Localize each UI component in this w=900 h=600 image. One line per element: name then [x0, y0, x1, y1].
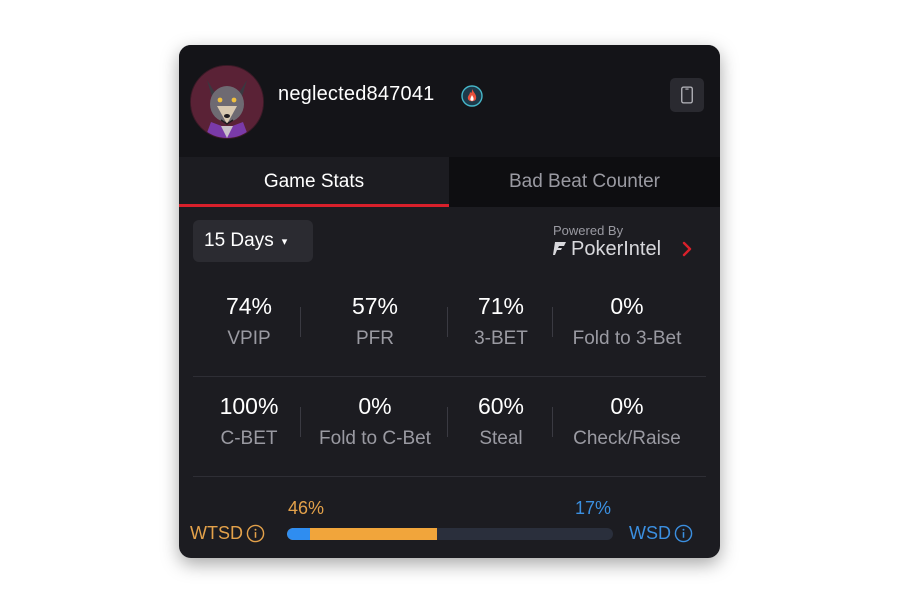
stat-value: 100%	[219, 393, 279, 419]
column-divider	[300, 407, 301, 437]
stat-label: 3-BET	[474, 328, 528, 349]
wsd-value: 17%	[575, 498, 612, 518]
phone-icon	[681, 86, 693, 104]
period-dropdown[interactable]: 15 Days ▾	[193, 220, 313, 262]
stat-check-raise: 0% Check/Raise	[567, 393, 687, 450]
player-stats-card: neglected847041 Game Stats Bad Beat Coun…	[179, 45, 720, 558]
tab-game-stats[interactable]: Game Stats	[179, 157, 449, 207]
stat-value: 71%	[477, 293, 525, 319]
wsd-bar-fill	[287, 528, 310, 540]
flame-badge-icon	[461, 85, 483, 107]
wtsd-info-icon[interactable]	[246, 524, 265, 543]
stat-value: 57%	[351, 293, 399, 319]
stat-label: Fold to 3-Bet	[572, 328, 682, 349]
stat-steal: 60% Steal	[441, 393, 561, 450]
caret-down-icon: ▾	[281, 235, 288, 248]
wsd-label-group: WSD	[629, 523, 693, 544]
tab-bad-beat-counter[interactable]: Bad Beat Counter	[449, 157, 720, 207]
showdown-progress-bar	[287, 528, 613, 540]
stat-value: 0%	[610, 293, 644, 319]
pokerintel-logo-icon	[553, 242, 566, 255]
stat-pfr: 57% PFR	[315, 293, 435, 350]
stat-label: VPIP	[227, 328, 271, 349]
wtsd-label-group: WTSD	[190, 523, 265, 544]
wolf-avatar-icon	[191, 66, 263, 138]
column-divider	[552, 407, 553, 437]
wsd-info-icon[interactable]	[674, 524, 693, 543]
stat-label: Steal	[479, 428, 523, 449]
stat-3bet: 71% 3-BET	[441, 293, 561, 350]
stat-label: Fold to C-Bet	[319, 428, 431, 449]
pokerintel-brand: PokerIntel	[571, 238, 662, 260]
stat-cbet: 100% C-BET	[189, 393, 309, 450]
active-tab-indicator	[179, 204, 449, 207]
stat-value: 0%	[610, 393, 644, 419]
stat-value: 74%	[225, 293, 273, 319]
stat-label: PFR	[356, 328, 394, 349]
tab-bar: Game Stats Bad Beat Counter	[179, 157, 720, 207]
powered-by-pokerintel-link[interactable]: Powered By PokerIntel	[553, 223, 703, 265]
wtsd-label: WTSD	[190, 523, 243, 543]
stat-value: 60%	[477, 393, 525, 419]
tab-bad-beat-counter-label: Bad Beat Counter	[508, 171, 661, 192]
phone-icon-button[interactable]	[670, 78, 704, 112]
row-divider	[193, 376, 706, 377]
stat-label: Check/Raise	[573, 428, 681, 449]
tab-game-stats-label: Game Stats	[263, 171, 365, 192]
stat-fold-to-cbet: 0% Fold to C-Bet	[315, 393, 435, 450]
column-divider	[300, 307, 301, 337]
avatar[interactable]	[190, 65, 264, 139]
wsd-label: WSD	[629, 523, 671, 543]
row-divider	[193, 476, 706, 477]
chevron-right-icon	[682, 241, 692, 257]
wtsd-value: 46%	[288, 498, 325, 518]
stat-vpip: 74% VPIP	[189, 293, 309, 350]
period-dropdown-label: 15 Days	[204, 230, 274, 251]
stat-fold-to-3bet: 0% Fold to 3-Bet	[567, 293, 687, 350]
column-divider	[552, 307, 553, 337]
powered-by-caption: Powered By	[553, 223, 624, 238]
stat-value: 0%	[358, 393, 392, 419]
stat-label: C-BET	[220, 428, 278, 449]
username: neglected847041	[278, 83, 435, 105]
profile-header: neglected847041	[179, 45, 720, 157]
